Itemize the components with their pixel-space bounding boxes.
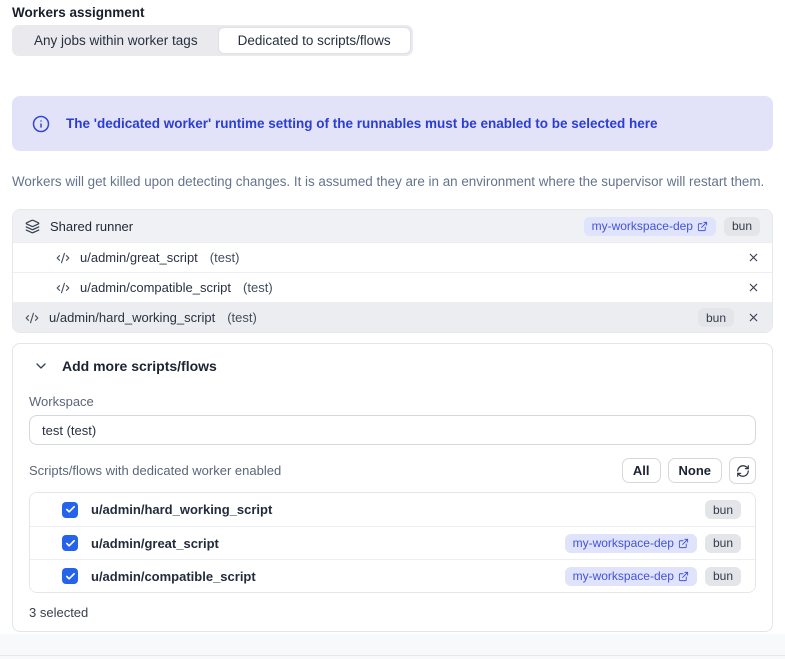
workspace-dep-badge[interactable]: my-workspace-dep — [584, 217, 716, 236]
check-icon — [65, 538, 76, 549]
assigned-script-row: u/admin/great_script (test) — [13, 242, 772, 272]
code-icon — [56, 251, 70, 265]
script-suffix: (test) — [210, 250, 240, 265]
check-icon — [65, 571, 76, 582]
dedicated-list-toolbar: Scripts/flows with dedicated worker enab… — [29, 457, 756, 484]
assigned-script-row: u/admin/hard_working_script (test) bun — [13, 302, 772, 332]
refresh-icon — [736, 464, 750, 478]
shared-runner-group: Shared runner my-workspace-dep bun u/adm… — [12, 209, 773, 333]
add-scripts-body: Workspace Scripts/flows with dedicated w… — [13, 394, 772, 631]
workspace-dep-badge[interactable]: my-workspace-dep — [565, 567, 697, 586]
code-icon — [25, 311, 39, 325]
close-icon — [747, 311, 760, 324]
script-path: u/admin/hard_working_script — [49, 310, 215, 325]
select-all-button[interactable]: All — [622, 458, 661, 483]
script-path: u/admin/hard_working_script — [91, 502, 272, 517]
add-scripts-section: Add more scripts/flows Workspace Scripts… — [12, 343, 773, 632]
script-suffix: (test) — [227, 310, 257, 325]
shared-runner-header: Shared runner my-workspace-dep bun — [13, 210, 772, 242]
checkbox-checked[interactable] — [62, 502, 78, 518]
assigned-script-row: u/admin/compatible_script (test) — [13, 272, 772, 302]
workspace-dep-badge[interactable]: my-workspace-dep — [565, 534, 697, 553]
lang-badge: bun — [698, 308, 734, 327]
remove-script-button[interactable] — [747, 251, 760, 264]
footer-divider — [0, 634, 785, 659]
workspace-label: Workspace — [29, 394, 756, 409]
workspace-dep-badge-label: my-workspace-dep — [573, 536, 674, 550]
close-icon — [747, 281, 760, 294]
remove-script-button[interactable] — [747, 311, 760, 324]
script-path: u/admin/compatible_script — [91, 569, 256, 584]
lang-badge: bun — [705, 534, 741, 553]
add-scripts-toggle[interactable]: Add more scripts/flows — [13, 344, 772, 384]
script-path: u/admin/great_script — [80, 250, 198, 265]
workspace-dep-badge-label: my-workspace-dep — [573, 569, 674, 583]
external-link-icon — [678, 571, 689, 582]
script-checkbox-row[interactable]: u/admin/hard_working_script bun — [30, 493, 755, 526]
check-icon — [65, 504, 76, 515]
lang-badge: bun — [724, 217, 760, 236]
script-path: u/admin/compatible_script — [80, 280, 231, 295]
remove-script-button[interactable] — [747, 281, 760, 294]
selected-count: 3 selected — [29, 593, 756, 631]
shared-runner-badges: my-workspace-dep bun — [584, 217, 760, 236]
tab-any-jobs[interactable]: Any jobs within worker tags — [14, 27, 218, 54]
code-icon — [56, 281, 70, 295]
checkbox-checked[interactable] — [62, 535, 78, 551]
script-checkbox-row[interactable]: u/admin/compatible_script my-workspace-d… — [30, 559, 755, 592]
checkbox-checked[interactable] — [62, 568, 78, 584]
tab-dedicated-scripts[interactable]: Dedicated to scripts/flows — [218, 27, 411, 54]
select-none-button[interactable]: None — [668, 458, 723, 483]
refresh-button[interactable] — [729, 457, 756, 484]
layers-icon — [25, 219, 40, 234]
dedicated-list-label: Scripts/flows with dedicated worker enab… — [29, 463, 281, 478]
lang-badge: bun — [705, 567, 741, 586]
script-path: u/admin/great_script — [91, 536, 219, 551]
script-checkbox-row[interactable]: u/admin/great_script my-workspace-dep bu… — [30, 526, 755, 559]
workspace-dep-badge-label: my-workspace-dep — [592, 219, 693, 233]
add-scripts-title: Add more scripts/flows — [62, 358, 217, 374]
script-suffix: (test) — [243, 280, 273, 295]
external-link-icon — [678, 538, 689, 549]
info-banner-text: The 'dedicated worker' runtime setting o… — [66, 116, 658, 131]
dedicated-scripts-list: u/admin/hard_working_script bun u/admin/… — [29, 492, 756, 593]
lang-badge: bun — [705, 500, 741, 519]
info-icon — [32, 115, 50, 133]
shared-runner-label: Shared runner — [50, 219, 133, 234]
chevron-down-icon — [33, 358, 49, 374]
workers-restart-note: Workers will get killed upon detecting c… — [12, 174, 773, 189]
workers-assignment-page: Workers assignment Any jobs within worke… — [0, 0, 785, 632]
page-title: Workers assignment — [12, 5, 773, 20]
close-icon — [747, 251, 760, 264]
external-link-icon — [697, 221, 708, 232]
assignment-mode-toggle: Any jobs within worker tags Dedicated to… — [12, 25, 413, 56]
workspace-input[interactable] — [29, 415, 756, 445]
info-banner: The 'dedicated worker' runtime setting o… — [12, 96, 773, 151]
